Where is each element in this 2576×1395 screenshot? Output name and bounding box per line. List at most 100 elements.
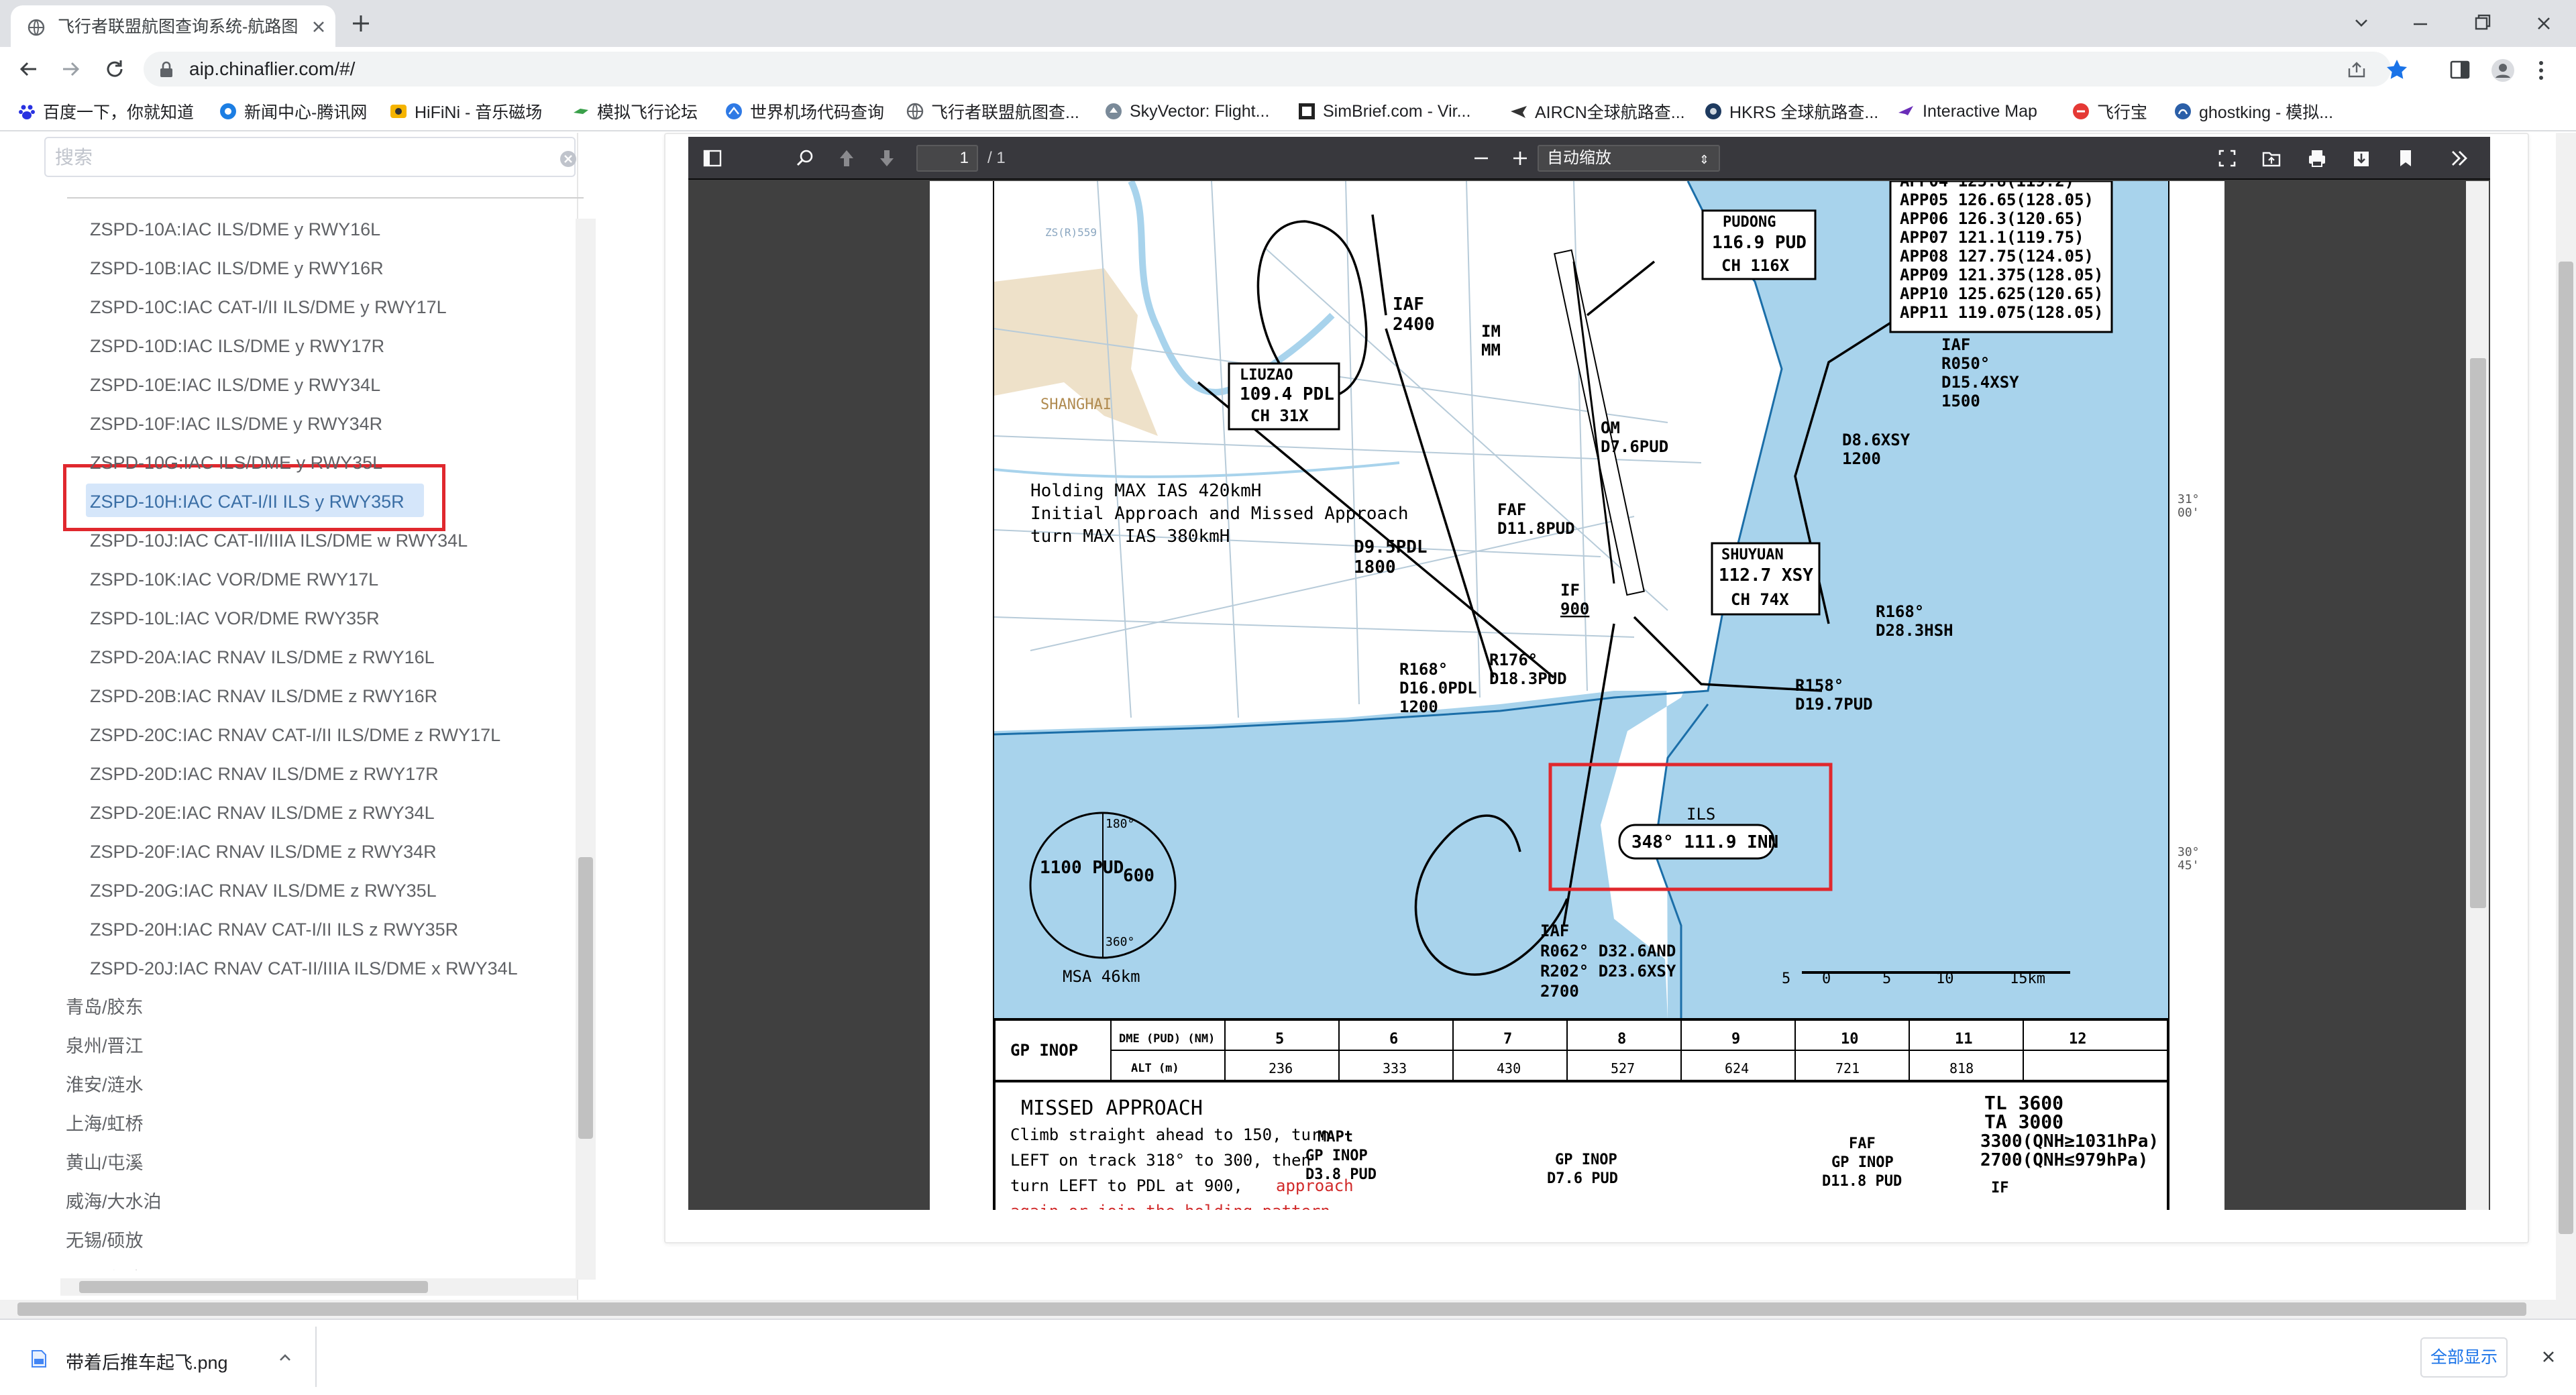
zoom-out-icon[interactable] <box>1468 145 1495 172</box>
skyvector-icon <box>1106 103 1122 119</box>
airplane-icon <box>1511 106 1527 118</box>
city-node[interactable]: 黄山/屯溪 <box>66 1144 144 1182</box>
app-freq-row: APP04 125.8(119.2) <box>1900 181 2074 190</box>
page-number-input[interactable]: 1 <box>916 145 978 172</box>
bookmark-airport-codes[interactable]: 世界机场代码查询 <box>724 99 884 123</box>
bookmark-star-icon[interactable] <box>2385 58 2408 80</box>
print-icon[interactable] <box>2304 145 2330 172</box>
show-all-button[interactable]: 全部显示 <box>2420 1337 2508 1378</box>
bookmark-skyvector[interactable]: SkyVector: Flight... <box>1104 99 1269 123</box>
dme-value: 9 <box>1731 1031 1740 1048</box>
dme-value: 7 <box>1503 1031 1512 1048</box>
profile-label: IF <box>1991 1180 2009 1196</box>
browser-tab[interactable]: 飞行者联盟航图查询系统-航路图 <box>11 5 335 47</box>
bookmark-label: 新闻中心-腾讯网 <box>244 103 368 122</box>
bookmark-icon[interactable] <box>2392 145 2419 172</box>
chart-item[interactable]: ZSPD-10J:IAC CAT-II/IIIA ILS/DME w RWY34… <box>90 522 468 559</box>
tab-search-icon[interactable] <box>2341 7 2381 40</box>
fix-altitude: 1800 <box>1354 557 1396 577</box>
bookmark-simbrief[interactable]: SimBrief.com - Vir... <box>1297 99 1470 123</box>
chart-item[interactable]: ZSPD-10K:IAC VOR/DME RWY17L <box>90 561 378 598</box>
browser-menu-icon[interactable] <box>2537 59 2545 82</box>
city-node[interactable]: 无锡/硕放 <box>66 1222 144 1260</box>
next-page-icon[interactable] <box>873 145 900 172</box>
new-tab-icon[interactable] <box>347 10 374 37</box>
pdf-scrollbar-thumb[interactable] <box>2470 358 2486 908</box>
bookmark-label: HKRS 全球航路查... <box>1729 103 1879 122</box>
side-panel-icon[interactable] <box>2449 59 2471 80</box>
chart-item[interactable]: ZSPD-20C:IAC RNAV CAT-I/II ILS/DME z RWY… <box>90 716 500 754</box>
chart-item[interactable]: ZSPD-20A:IAC RNAV ILS/DME z RWY16L <box>90 638 435 676</box>
tools-expand-icon[interactable] <box>2446 145 2473 172</box>
close-tab-icon[interactable] <box>310 18 327 36</box>
chart-item[interactable]: ZSPD-20F:IAC RNAV ILS/DME z RWY34R <box>90 833 437 871</box>
profile-avatar-icon[interactable] <box>2490 58 2516 83</box>
close-download-bar-icon[interactable] <box>2540 1348 2557 1365</box>
bookmark-baidu[interactable]: 百度一下，你就知道 <box>17 99 194 123</box>
address-bar[interactable]: aip.chinaflier.com/#/ <box>144 52 2407 87</box>
chart-item[interactable]: ZSPD-20H:IAC RNAV CAT-I/II ILS z RWY35R <box>90 911 458 948</box>
sidebar-toggle-icon[interactable] <box>699 145 726 172</box>
download-icon[interactable] <box>2348 145 2375 172</box>
zoom-select[interactable]: 自动缩放 ⇕ <box>1538 145 1720 172</box>
ta-note: 3300(QNH≥1031hPa) <box>1980 1131 2159 1152</box>
bookmark-hkrs[interactable]: HKRS 全球航路查... <box>1704 99 1878 123</box>
bookmark-flightsim-forum[interactable]: 模拟飞行论坛 <box>572 99 698 123</box>
chevron-up-icon[interactable] <box>276 1349 294 1367</box>
chart-item[interactable]: ZSPD-20G:IAC RNAV ILS/DME z RWY35L <box>90 872 437 909</box>
page-scrollbar-thumb[interactable] <box>2559 262 2573 1234</box>
city-node[interactable]: 淮安/涟水 <box>66 1066 144 1104</box>
open-file-icon[interactable] <box>2258 145 2285 172</box>
chart-item[interactable]: ZSPD-20J:IAC RNAV CAT-II/IIIA ILS/DME x … <box>90 950 518 987</box>
reload-icon[interactable] <box>101 55 129 83</box>
chart-item[interactable]: ZSPD-10F:IAC ILS/DME y RWY34R <box>90 405 382 443</box>
bookmark-interactive-map[interactable]: Interactive Map <box>1897 99 2037 123</box>
city-node[interactable]: 温州/龙湾 <box>66 1261 144 1270</box>
fix-altitude: 1200 <box>1399 698 1438 716</box>
minimize-icon[interactable] <box>2400 7 2440 40</box>
search-box[interactable] <box>44 137 576 177</box>
chart-item[interactable]: ZSPD-20D:IAC RNAV ILS/DME z RWY17R <box>90 755 439 793</box>
tree-scrollbar-thumb[interactable] <box>578 857 593 1139</box>
chart-item-selected[interactable]: ZSPD-10H:IAC CAT-I/II ILS y RWY35R <box>90 483 405 520</box>
chart-item[interactable]: ZSPD-10G:IAC ILS/DME y RWY35L <box>90 444 382 482</box>
download-item[interactable]: 带着后推车起飞.png <box>24 1335 319 1382</box>
previous-page-icon[interactable] <box>833 145 860 172</box>
bookmark-feixingbao[interactable]: 飞行宝 <box>2072 99 2147 123</box>
chart-item[interactable]: ZSPD-20B:IAC RNAV ILS/DME z RWY16R <box>90 677 437 715</box>
missed-approach-line: Climb straight ahead to 150, turn <box>1010 1125 1330 1144</box>
city-node[interactable]: 青岛/胶东 <box>66 989 144 1026</box>
back-icon[interactable] <box>15 55 43 83</box>
chart-item[interactable]: ZSPD-10C:IAC CAT-I/II ILS/DME y RWY17L <box>90 288 447 326</box>
bookmark-hifini[interactable]: HiFiNi - 音乐磁场 <box>389 99 542 123</box>
city-node[interactable]: 上海/虹桥 <box>66 1105 144 1143</box>
chart-item[interactable]: ZSPD-10B:IAC ILS/DME y RWY16R <box>90 249 384 287</box>
bookmark-tencent-news[interactable]: 新闻中心-腾讯网 <box>219 99 367 123</box>
city-node[interactable]: 泉州/晋江 <box>66 1027 144 1065</box>
lock-icon[interactable] <box>158 61 174 78</box>
app-freq-row: APP10 125.625(120.65) <box>1900 284 2103 303</box>
chart-item[interactable]: ZSPD-10A:IAC ILS/DME y RWY16L <box>90 211 380 248</box>
zoom-in-icon[interactable] <box>1507 145 1534 172</box>
restore-icon[interactable] <box>2462 7 2502 40</box>
baidu-paw-icon <box>19 105 35 119</box>
presentation-mode-icon[interactable] <box>2214 145 2241 172</box>
chart-item[interactable]: ZSPD-10D:IAC ILS/DME y RWY17R <box>90 327 384 365</box>
download-file-name[interactable]: 带着后推车起飞.png <box>66 1348 228 1374</box>
share-icon[interactable] <box>2347 60 2367 79</box>
tree-horizontal-thumb[interactable] <box>79 1281 428 1293</box>
find-icon[interactable] <box>792 145 818 172</box>
chart-item[interactable]: ZSPD-10L:IAC VOR/DME RWY35R <box>90 600 380 637</box>
bookmark-ghostking[interactable]: ghostking - 模拟... <box>2174 99 2333 123</box>
chart-item[interactable]: ZSPD-20E:IAC RNAV ILS/DME z RWY34L <box>90 794 435 832</box>
chart-item[interactable]: ZSPD-10E:IAC ILS/DME y RWY34L <box>90 366 380 404</box>
clear-search-icon[interactable] <box>559 150 577 168</box>
close-window-icon[interactable] <box>2524 7 2564 40</box>
url-text[interactable]: aip.chinaflier.com/#/ <box>189 58 355 80</box>
forward-icon[interactable] <box>56 55 85 83</box>
page-horizontal-thumb[interactable] <box>17 1302 2526 1316</box>
city-node[interactable]: 威海/大水泊 <box>66 1183 162 1221</box>
bookmark-chinaflier[interactable]: 飞行者联盟航图查... <box>906 99 1079 123</box>
search-input[interactable] <box>55 145 525 170</box>
bookmark-aircn[interactable]: AIRCN全球航路查... <box>1509 99 1685 123</box>
